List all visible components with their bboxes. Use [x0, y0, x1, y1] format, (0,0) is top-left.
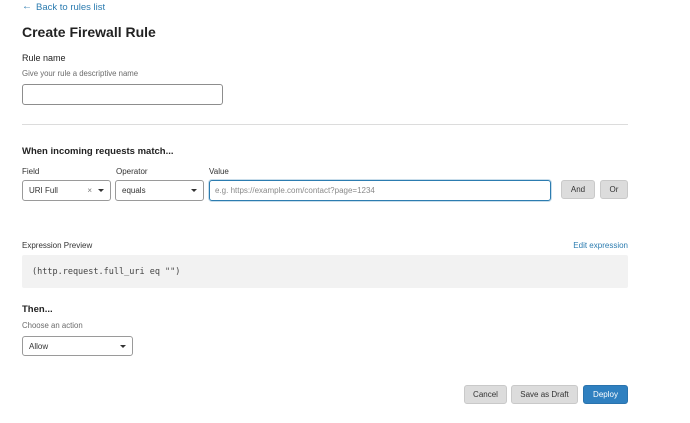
value-input[interactable] — [209, 180, 551, 201]
match-heading: When incoming requests match... — [22, 146, 174, 157]
edit-expression-link[interactable]: Edit expression — [573, 241, 628, 250]
section-divider — [22, 124, 628, 125]
cancel-button[interactable]: Cancel — [464, 385, 507, 404]
field-label: Field — [22, 167, 40, 176]
clear-icon[interactable]: × — [87, 186, 92, 195]
deploy-button[interactable]: Deploy — [583, 385, 628, 404]
then-heading: Then... — [22, 304, 53, 315]
back-link-label: Back to rules list — [36, 1, 106, 13]
save-draft-button[interactable]: Save as Draft — [511, 385, 578, 404]
expression-code: (http.request.full_uri eq "") — [32, 266, 181, 277]
and-button[interactable]: And — [561, 180, 595, 199]
operator-select-value: equals — [122, 186, 146, 195]
page-title: Create Firewall Rule — [22, 24, 156, 40]
value-label: Value — [209, 167, 229, 176]
back-to-rules-link[interactable]: ← Back to rules list — [22, 0, 105, 14]
chevron-down-icon — [191, 189, 197, 192]
rule-name-helper: Give your rule a descriptive name — [22, 69, 139, 78]
chevron-down-icon — [98, 189, 104, 192]
operator-select[interactable]: equals — [115, 180, 204, 201]
field-select[interactable]: URI Full × — [22, 180, 111, 201]
rule-name-input[interactable] — [22, 84, 223, 105]
action-select-value: Allow — [29, 341, 49, 351]
field-select-value: URI Full — [29, 186, 58, 195]
action-select[interactable]: Allow — [22, 336, 133, 356]
expression-preview: (http.request.full_uri eq "") — [22, 255, 628, 288]
arrow-left-icon: ← — [22, 1, 32, 12]
or-button[interactable]: Or — [600, 180, 628, 199]
expression-preview-label: Expression Preview — [22, 241, 93, 250]
rule-name-label: Rule name — [22, 53, 66, 63]
action-helper: Choose an action — [22, 321, 83, 330]
chevron-down-icon — [120, 344, 126, 348]
operator-label: Operator — [116, 167, 148, 176]
